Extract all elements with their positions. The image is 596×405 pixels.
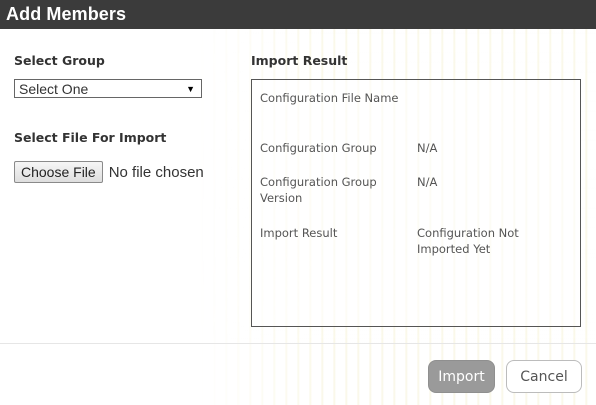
result-key-config-group: Configuration Group bbox=[260, 141, 377, 155]
result-key-file-name: Configuration File Name bbox=[260, 91, 399, 105]
import-button[interactable]: Import bbox=[428, 360, 495, 393]
choose-file-button[interactable]: Choose File bbox=[14, 161, 103, 183]
group-select-value: Select One bbox=[19, 80, 89, 97]
result-value-import-result: Configuration Not Imported Yet bbox=[417, 226, 519, 256]
footer-divider bbox=[0, 343, 596, 344]
chevron-down-icon: ▼ bbox=[186, 83, 195, 94]
import-result-panel: Configuration File Name Configuration Gr… bbox=[251, 79, 581, 327]
group-select[interactable]: Select One ▼ bbox=[14, 79, 202, 98]
file-status-text: No file chosen bbox=[108, 163, 204, 181]
import-result-label: Import Result bbox=[251, 53, 348, 68]
select-group-label: Select Group bbox=[14, 53, 105, 68]
result-key-config-group-version: Configuration Group Version bbox=[260, 175, 377, 205]
select-file-label: Select File For Import bbox=[14, 130, 167, 145]
result-value-config-group-version: N/A bbox=[417, 175, 438, 189]
file-input[interactable]: Choose File No file chosen bbox=[14, 161, 204, 183]
dialog-title-bar: Add Members bbox=[0, 0, 596, 29]
result-key-import-result: Import Result bbox=[260, 226, 338, 240]
cancel-button[interactable]: Cancel bbox=[506, 360, 582, 393]
dialog-title: Add Members bbox=[6, 4, 127, 24]
result-value-config-group: N/A bbox=[417, 141, 438, 155]
